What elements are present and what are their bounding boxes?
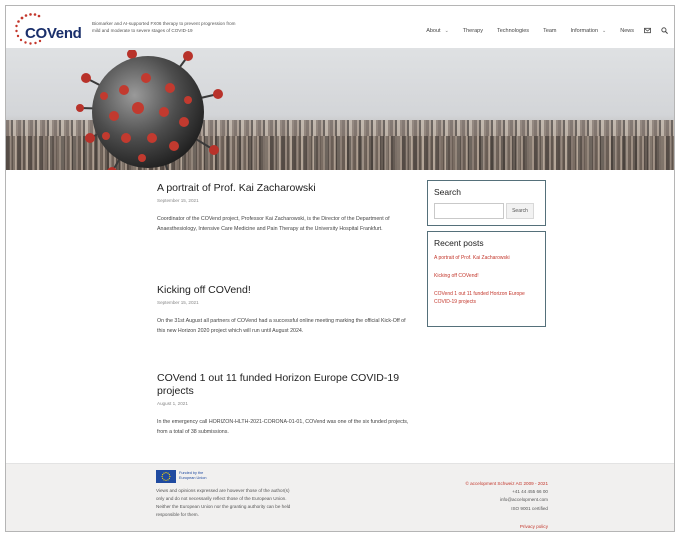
nav-item-about[interactable]: About ⌄ xyxy=(426,27,449,34)
recent-posts-widget: Recent posts A portrait of Prof. Kai Zac… xyxy=(427,231,546,327)
logo-text: COVend xyxy=(25,25,82,42)
footer-iso: ISO 9001 certified xyxy=(511,505,548,511)
nav-label: Therapy xyxy=(462,27,483,34)
hero-image xyxy=(6,48,674,170)
nav-label: Team xyxy=(543,27,557,34)
main-nav: About ⌄ Therapy Technologies Team Inform… xyxy=(412,27,668,34)
site-header: COVend Biomarker and AI-supported FX06 t… xyxy=(6,6,674,48)
footer-email[interactable]: info@accelopment.com xyxy=(465,496,548,504)
search-form: Search xyxy=(434,203,534,219)
post-item: A portrait of Prof. Kai Zacharowski Sept… xyxy=(157,182,415,234)
post-excerpt: In the emergency call HORIZON-HLTH-2021-… xyxy=(157,419,409,435)
search-widget: Search Search xyxy=(427,180,546,226)
recent-post-link[interactable]: Kicking off COVend! xyxy=(434,272,534,280)
recent-post-link[interactable]: COVend 1 out 11 funded Horizon Europe CO… xyxy=(434,290,534,306)
nav-item-information[interactable]: Information ⌄ xyxy=(571,27,607,34)
search-icon[interactable] xyxy=(661,27,668,34)
search-input[interactable] xyxy=(434,203,504,219)
footer-contact: © accelopment Schweiz AG 2009 - 2021 +41… xyxy=(465,480,548,513)
footer-phone: +41 44 455 66 00 xyxy=(512,489,548,495)
nav-label: Information xyxy=(570,27,599,34)
post-title[interactable]: COVend 1 out 11 funded Horizon Europe CO… xyxy=(157,372,415,398)
coronavirus-illustration xyxy=(76,50,223,170)
browser-page: COVend Biomarker and AI-supported FX06 t… xyxy=(5,5,675,532)
covend-logo[interactable]: COVend xyxy=(12,12,90,46)
post-title[interactable]: A portrait of Prof. Kai Zacharowski xyxy=(157,182,415,195)
nav-item-news[interactable]: News xyxy=(620,27,634,34)
site-footer: Funded by the European Union Views and o… xyxy=(6,463,674,531)
copyright-link[interactable]: © accelopment Schweiz AG 2009 - 2021 xyxy=(465,480,548,488)
post-excerpt: On the 31st August all partners of COVen… xyxy=(157,318,406,334)
bottom-bar xyxy=(6,531,674,532)
post-date: September 15, 2021 xyxy=(157,198,199,203)
post-item: Kicking off COVend! September 15, 2021 O… xyxy=(157,284,415,336)
recent-posts-list: A portrait of Prof. Kai Zacharowski Kick… xyxy=(434,254,545,306)
post-excerpt: Coordinator of the COVend project, Profe… xyxy=(157,216,390,232)
eu-funded-label: Funded by the European Union xyxy=(179,471,207,480)
post-date: August 1, 2021 xyxy=(157,401,188,406)
eu-flag-icon xyxy=(156,470,176,483)
recent-posts-title: Recent posts xyxy=(434,238,484,248)
recent-post-link[interactable]: A portrait of Prof. Kai Zacharowski xyxy=(434,254,534,262)
nav-label: Technologies xyxy=(496,27,530,34)
nav-item-therapy[interactable]: Therapy xyxy=(463,27,483,34)
search-button[interactable]: Search xyxy=(506,203,534,219)
mail-icon[interactable] xyxy=(644,27,651,34)
post-title[interactable]: Kicking off COVend! xyxy=(157,284,415,297)
site-tagline: Biomarker and AI-supported FX06 therapy … xyxy=(92,21,236,33)
nav-label: About xyxy=(426,27,441,34)
chevron-down-icon: ⌄ xyxy=(602,27,607,34)
search-widget-title: Search xyxy=(434,187,461,197)
eu-disclaimer: Views and opinions expressed are however… xyxy=(156,488,291,517)
nav-item-technologies[interactable]: Technologies xyxy=(497,27,529,34)
chevron-down-icon: ⌄ xyxy=(444,27,449,34)
nav-item-team[interactable]: Team xyxy=(543,27,556,34)
nav-label: News xyxy=(620,27,634,34)
post-item: COVend 1 out 11 funded Horizon Europe CO… xyxy=(157,372,415,437)
privacy-policy-link[interactable]: Privacy policy xyxy=(520,524,548,529)
post-date: September 15, 2021 xyxy=(157,300,199,305)
